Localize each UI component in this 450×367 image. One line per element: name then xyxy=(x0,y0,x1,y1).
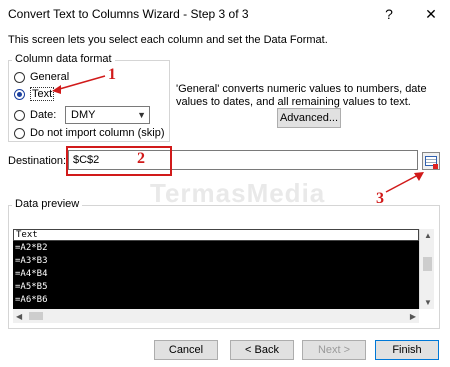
chevron-down-icon: ▼ xyxy=(137,110,146,120)
scroll-up-icon[interactable]: ▲ xyxy=(424,231,432,240)
preview-row: =A5*B5 xyxy=(15,282,48,292)
annotation-label-2: 2 xyxy=(137,150,145,167)
advanced-button[interactable]: Advanced... xyxy=(277,108,341,128)
scroll-thumb[interactable] xyxy=(423,257,432,271)
window-title: Convert Text to Columns Wizard - Step 3 … xyxy=(8,7,249,21)
info-text: 'General' converts numeric values to num… xyxy=(176,83,427,108)
preview-row: =A6*B6 xyxy=(15,295,48,305)
scroll-down-icon[interactable]: ▼ xyxy=(424,298,432,307)
preview-horizontal-scrollbar[interactable]: ◀ ▶ xyxy=(13,309,419,323)
radio-skip[interactable]: Do not import column (skip) xyxy=(14,125,165,141)
arrow-icon xyxy=(433,164,438,169)
annotation-arrow-3 xyxy=(385,172,424,193)
radio-text[interactable]: Text xyxy=(14,86,55,102)
destination-label: Destination: xyxy=(8,155,67,167)
column-format-legend: Column data format xyxy=(12,53,115,65)
cancel-button[interactable]: Cancel xyxy=(154,340,218,360)
radio-date-label: Date: xyxy=(30,109,57,121)
preview-row: =A2*B2 xyxy=(15,243,48,253)
preview-row: =A4*B4 xyxy=(15,269,48,279)
radio-date[interactable]: Date: xyxy=(14,107,56,123)
radio-text-circle[interactable] xyxy=(14,88,25,100)
scroll-thumb[interactable] xyxy=(29,312,43,320)
scroll-left-icon[interactable]: ◀ xyxy=(16,312,22,321)
data-preview-legend: Data preview xyxy=(12,198,83,210)
scroll-right-icon[interactable]: ▶ xyxy=(410,312,416,321)
data-preview-grid[interactable]: =A2*B2 =A3*B3 =A4*B4 =A5*B5 =A6*B6 xyxy=(13,229,419,309)
back-button[interactable]: < Back xyxy=(230,340,294,360)
close-button[interactable]: ✕ xyxy=(420,4,442,24)
radio-skip-label: Do not import column (skip) xyxy=(30,127,165,139)
finish-button[interactable]: Finish xyxy=(375,340,439,360)
radio-skip-circle[interactable] xyxy=(14,127,25,139)
annotation-box-2 xyxy=(66,146,172,176)
preview-column-header[interactable]: Text xyxy=(13,229,419,241)
annotation-label-1: 1 xyxy=(108,66,116,83)
preview-row: =A3*B3 xyxy=(15,256,48,266)
next-button[interactable]: Next > xyxy=(302,340,366,360)
date-format-value: DMY xyxy=(71,109,96,121)
preview-vertical-scrollbar[interactable]: ▲ ▼ xyxy=(419,229,434,309)
radio-general-circle[interactable] xyxy=(14,71,25,83)
date-format-select[interactable]: DMY ▼ xyxy=(65,106,150,124)
help-button[interactable]: ? xyxy=(378,4,400,24)
description-text: This screen lets you select each column … xyxy=(8,34,328,46)
radio-date-circle[interactable] xyxy=(14,109,25,121)
